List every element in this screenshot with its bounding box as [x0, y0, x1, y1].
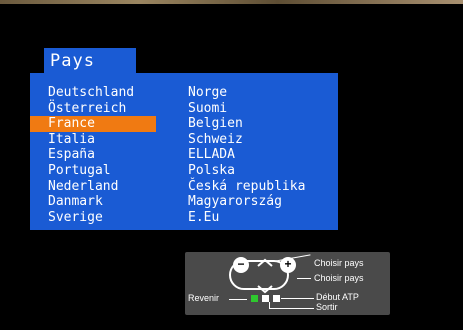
menu-title: Pays [44, 48, 136, 75]
country-item[interactable]: Nederland [48, 179, 156, 195]
country-item[interactable]: España [48, 147, 156, 163]
country-item[interactable]: Sverige [48, 210, 156, 226]
country-item[interactable]: Österreich [48, 101, 156, 117]
remote-help-panel: − + Choisir pays Choisir pays Revenir Dé… [185, 252, 390, 315]
green-key-icon [251, 295, 258, 302]
country-list-right: Norge Suomi Belgien Schweiz ELLADA Polsk… [188, 85, 305, 225]
country-item[interactable]: Schweiz [188, 132, 305, 148]
white-key-icon [262, 295, 269, 302]
white-key-icon [273, 295, 280, 302]
country-item[interactable]: Suomi [188, 101, 305, 117]
choose-country-label-2: Choisir pays [314, 273, 364, 283]
country-item[interactable]: Česká republika [188, 179, 305, 195]
country-item[interactable]: Portugal [48, 163, 156, 179]
minus-button-icon: − [233, 257, 249, 273]
callout-line [297, 278, 311, 279]
country-list-left: Deutschland Österreich France Italia Esp… [30, 85, 156, 226]
country-item[interactable]: Norge [188, 85, 305, 101]
atp-start-label: Début ATP [316, 292, 359, 302]
menu-title-underline [44, 75, 142, 77]
top-image-strip [0, 0, 463, 4]
country-item[interactable]: Polska [188, 163, 305, 179]
country-item[interactable]: Magyarország [188, 194, 305, 210]
country-item[interactable]: ELLADA [188, 147, 305, 163]
callout-line [281, 298, 314, 299]
country-menu-panel: Deutschland Österreich France Italia Esp… [30, 73, 338, 230]
choose-country-label-1: Choisir pays [314, 258, 364, 268]
exit-label: Sortir [316, 302, 338, 312]
country-item[interactable]: Belgien [188, 116, 305, 132]
callout-line [229, 299, 247, 300]
callout-line [269, 308, 314, 309]
country-item-selected[interactable]: France [30, 116, 156, 132]
country-item[interactable]: E.Eu [188, 210, 305, 226]
country-item[interactable]: Italia [48, 132, 156, 148]
country-item[interactable]: Deutschland [48, 85, 156, 101]
country-item[interactable]: Danmark [48, 194, 156, 210]
back-label: Revenir [188, 293, 220, 303]
